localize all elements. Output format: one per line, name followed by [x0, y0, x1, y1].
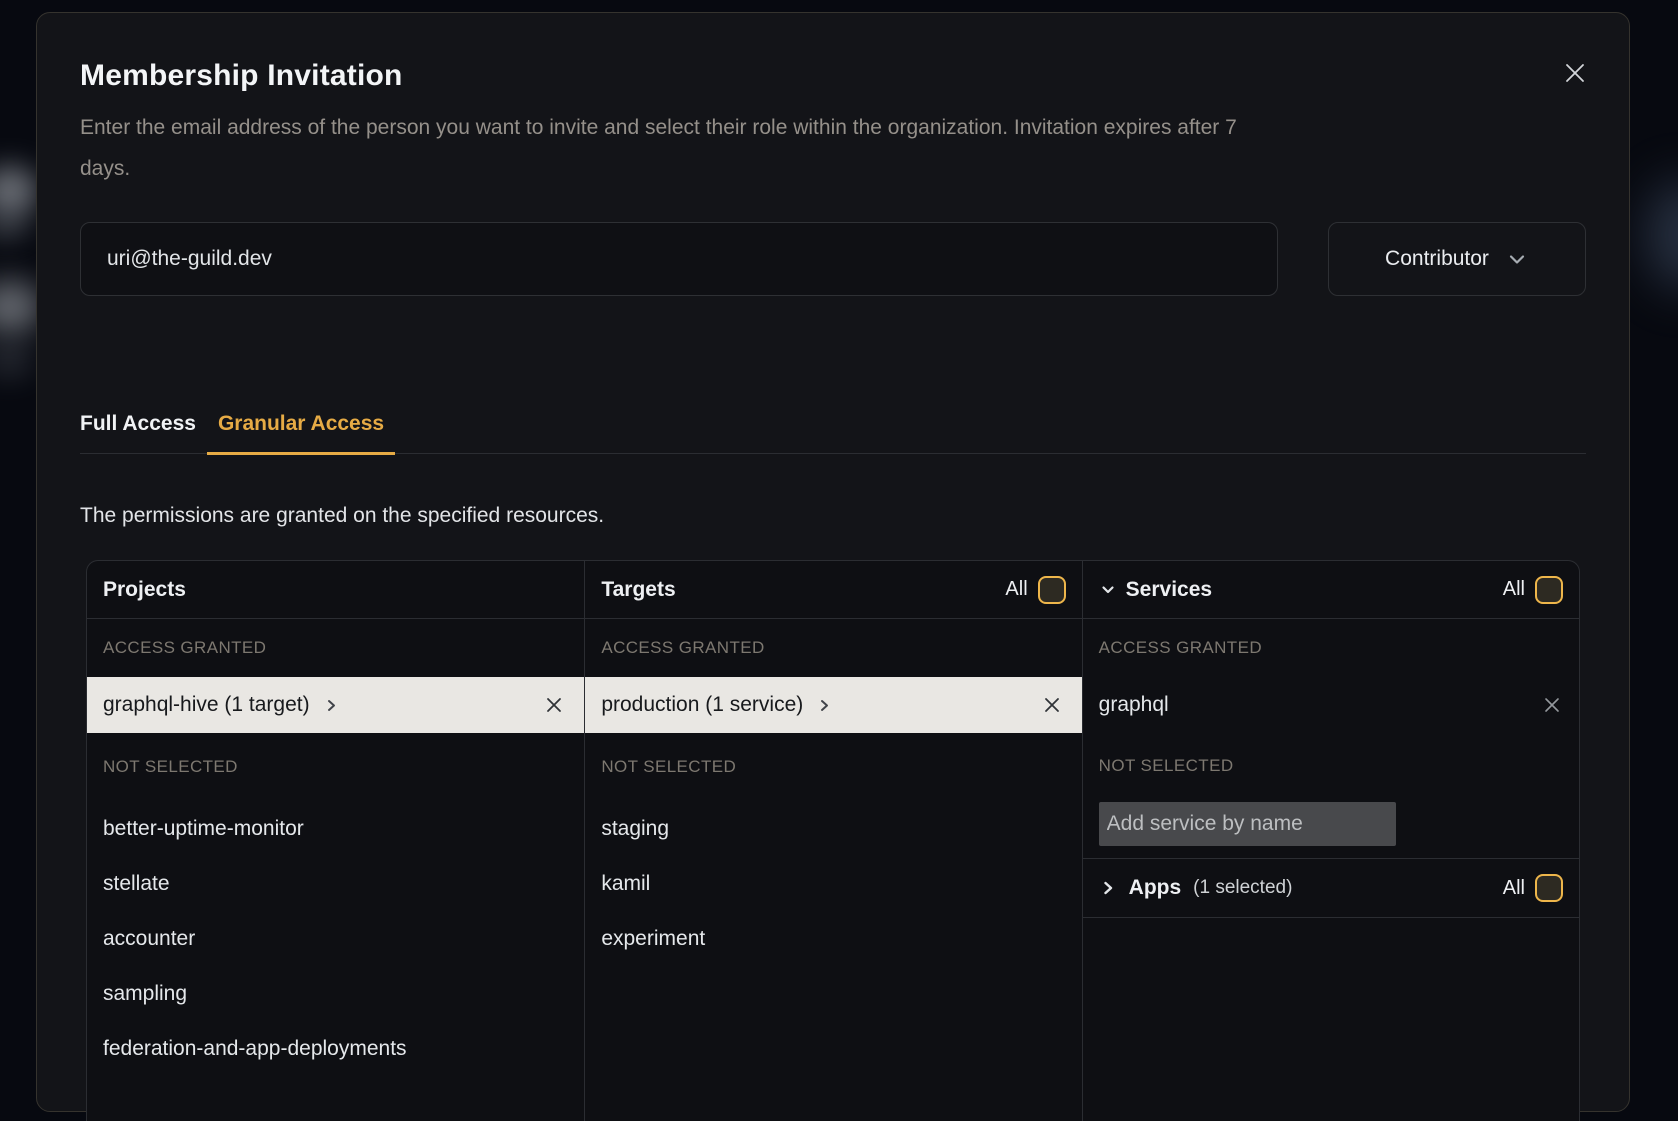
dialog-title: Membership Invitation [80, 13, 1586, 93]
target-item[interactable]: staging [585, 801, 1081, 856]
chevron-down-icon [1505, 247, 1529, 271]
apps-selected-count: (1 selected) [1193, 877, 1292, 899]
selected-target-label: production (1 service) [601, 693, 803, 717]
project-item[interactable]: accounter [87, 911, 584, 966]
close-icon [544, 695, 564, 715]
chevron-down-icon [1099, 581, 1117, 599]
dialog-description: Enter the email address of the person yo… [80, 107, 1586, 189]
projects-list: better-uptime-monitor stellate accounter… [87, 801, 584, 1076]
services-column: Services All ACCESS GRANTED graphql NOT … [1082, 561, 1579, 1121]
services-not-selected-label: NOT SELECTED [1083, 732, 1579, 800]
services-all-control[interactable]: All [1503, 576, 1563, 604]
services-access-granted-label: ACCESS GRANTED [1083, 619, 1579, 677]
project-item[interactable]: better-uptime-monitor [87, 801, 584, 856]
services-header[interactable]: Services All [1083, 561, 1579, 619]
targets-column: Targets All ACCESS GRANTED production (1… [584, 561, 1081, 1121]
target-item[interactable]: kamil [585, 856, 1081, 911]
apps-all-label: All [1503, 877, 1525, 900]
targets-header-label: Targets [601, 578, 675, 602]
apps-all-checkbox[interactable] [1535, 874, 1563, 902]
granted-service-row: graphql [1083, 677, 1579, 732]
granted-service-label: graphql [1099, 693, 1169, 717]
projects-header-label: Projects [103, 578, 186, 602]
project-item[interactable]: sampling [87, 966, 584, 1021]
access-tabs: Full Access Granular Access [80, 395, 1586, 454]
email-field[interactable] [80, 222, 1278, 296]
apps-header-label: Apps [1129, 876, 1182, 900]
targets-header: Targets All [585, 561, 1081, 619]
targets-all-control[interactable]: All [1005, 576, 1065, 604]
services-header-label: Services [1126, 578, 1212, 602]
target-item[interactable]: experiment [585, 911, 1081, 966]
chevron-right-icon [1099, 879, 1117, 897]
add-service-input[interactable] [1099, 802, 1396, 846]
targets-list: staging kamil experiment [585, 801, 1081, 966]
services-all-label: All [1503, 578, 1525, 601]
selected-project-row[interactable]: graphql-hive (1 target) [87, 677, 584, 733]
apps-section-row[interactable]: Apps (1 selected) All [1083, 858, 1579, 918]
remove-target-button[interactable] [1042, 695, 1062, 715]
services-all-checkbox[interactable] [1535, 576, 1563, 604]
role-dropdown-value: Contributor [1385, 247, 1489, 271]
projects-column: Projects ACCESS GRANTED graphql-hive (1 … [87, 561, 584, 1121]
targets-not-selected-label: NOT SELECTED [585, 733, 1081, 801]
project-item[interactable]: stellate [87, 856, 584, 911]
tab-granular-access[interactable]: Granular Access [207, 395, 395, 455]
close-button[interactable] [1559, 57, 1591, 89]
invite-form-row: Contributor [80, 222, 1586, 296]
close-icon [1042, 695, 1062, 715]
projects-access-granted-label: ACCESS GRANTED [87, 619, 584, 677]
background-blur [1646, 180, 1678, 290]
remove-service-button[interactable] [1541, 694, 1563, 716]
projects-not-selected-label: NOT SELECTED [87, 733, 584, 801]
role-dropdown[interactable]: Contributor [1328, 222, 1586, 296]
targets-all-label: All [1005, 578, 1027, 601]
chevron-right-icon [324, 698, 339, 713]
project-item[interactable]: federation-and-app-deployments [87, 1021, 584, 1076]
close-icon [1541, 694, 1563, 716]
apps-all-control[interactable]: All [1503, 874, 1563, 902]
targets-access-granted-label: ACCESS GRANTED [585, 619, 1081, 677]
chevron-right-icon [817, 698, 832, 713]
targets-all-checkbox[interactable] [1038, 576, 1066, 604]
close-icon [1561, 59, 1589, 87]
background-blur [0, 166, 38, 216]
remove-project-button[interactable] [544, 695, 564, 715]
membership-invitation-dialog: Membership Invitation Enter the email ad… [36, 12, 1630, 1112]
background-blur [0, 210, 30, 240]
tab-full-access[interactable]: Full Access [80, 395, 207, 455]
selected-project-label: graphql-hive (1 target) [103, 693, 310, 717]
selected-target-row[interactable]: production (1 service) [585, 677, 1081, 733]
resource-selector: Projects ACCESS GRANTED graphql-hive (1 … [86, 560, 1580, 1121]
projects-header: Projects [87, 561, 584, 619]
background-blur [0, 342, 34, 378]
permissions-note: The permissions are granted on the speci… [80, 500, 1586, 532]
